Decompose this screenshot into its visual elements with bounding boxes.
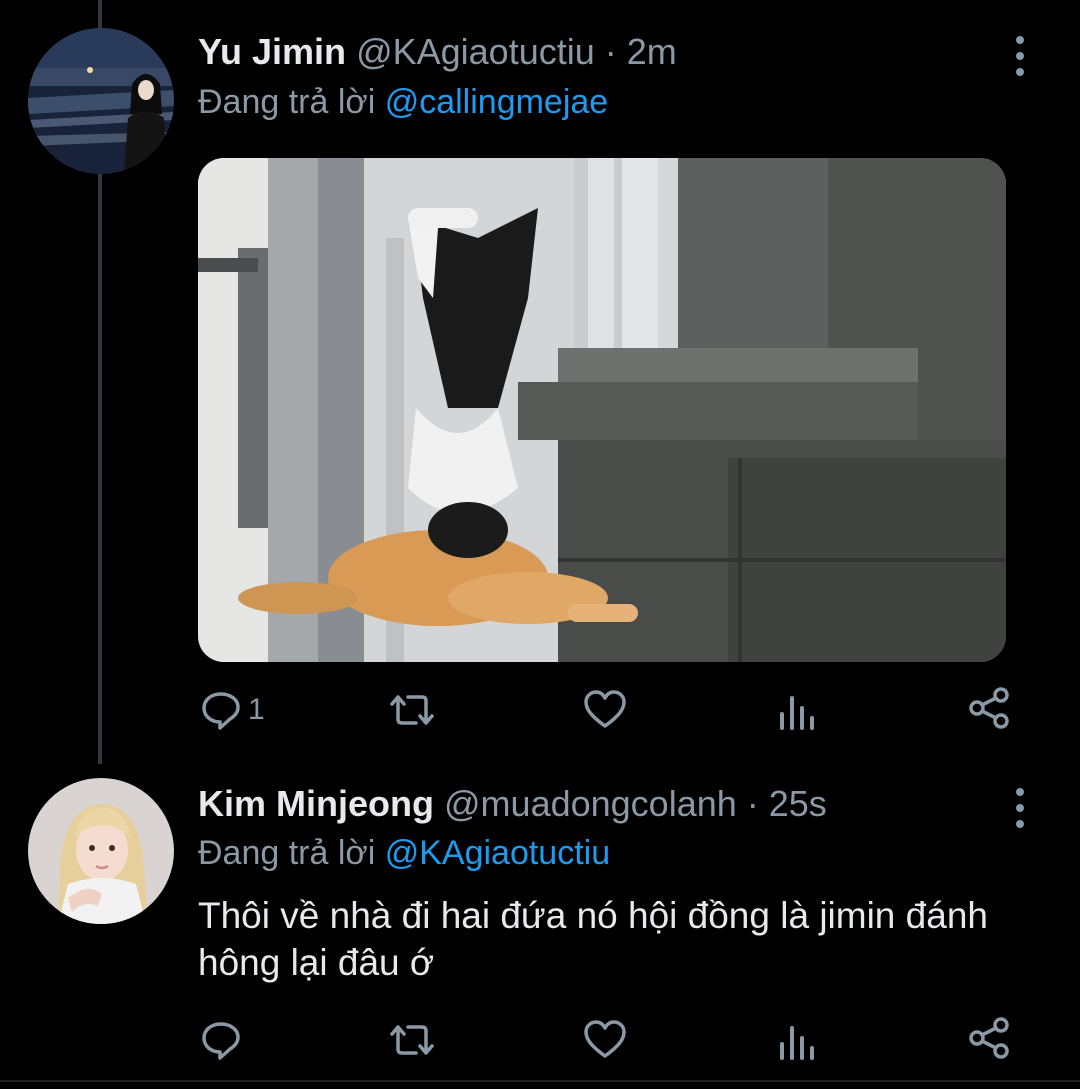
timestamp[interactable]: 2m [627,31,677,72]
retweet-icon [390,1025,434,1055]
like-icon [584,690,626,728]
reply-icon [202,1022,240,1060]
reply-button[interactable]: 1 [200,688,265,732]
analytics-button[interactable] [778,690,816,734]
separator: · [594,31,627,72]
reply-mention[interactable]: @KAgiaotuctiu [385,834,610,872]
avatar-yu-jimin[interactable] [28,28,174,174]
separator: · [736,783,769,824]
share-icon [969,687,1009,729]
replying-to: Đang trả lời @callingmejae [198,82,608,122]
display-name[interactable]: Yu Jimin [198,31,346,72]
more-options-icon[interactable] [1010,36,1030,76]
retweet-button[interactable] [388,1018,436,1062]
avatar-kim-minjeong[interactable] [28,778,174,924]
analytics-button[interactable] [778,1020,816,1064]
reply-count: 1 [248,693,265,726]
like-button[interactable] [583,1018,627,1062]
more-options-icon[interactable] [1010,788,1030,828]
analytics-icon [780,696,814,730]
timestamp[interactable]: 25s [769,783,827,824]
user-handle[interactable]: @KAgiaotuctiu [356,31,595,72]
like-button[interactable] [583,688,627,732]
retweet-button[interactable] [388,688,436,732]
reply-button[interactable] [200,1018,248,1062]
cat-photo-icon [198,158,1006,662]
retweet-icon [390,695,434,725]
display-name[interactable]: Kim Minjeong [198,783,434,824]
reply-icon [202,692,240,730]
user-handle[interactable]: @muadongcolanh [444,783,737,824]
analytics-icon [780,1026,814,1060]
share-button[interactable] [968,1016,1010,1060]
like-icon [584,1020,626,1058]
tweet-header: Kim Minjeong @muadongcolanh · 25s [198,784,827,824]
divider [0,1080,1080,1082]
tweet-header: Yu Jimin @KAgiaotuctiu · 2m [198,32,677,72]
reply-prefix: Đang trả lời [198,83,385,121]
reply-prefix: Đang trả lời [198,834,385,872]
tweet-media-image[interactable] [198,158,1006,662]
replying-to: Đang trả lời @KAgiaotuctiu [198,833,610,873]
reply-mention[interactable]: @callingmejae [385,83,609,121]
tweet-text: Thôi về nhà đi hai đứa nó hội đồng là ji… [198,895,988,983]
share-button[interactable] [968,686,1010,730]
share-icon [969,1017,1009,1059]
